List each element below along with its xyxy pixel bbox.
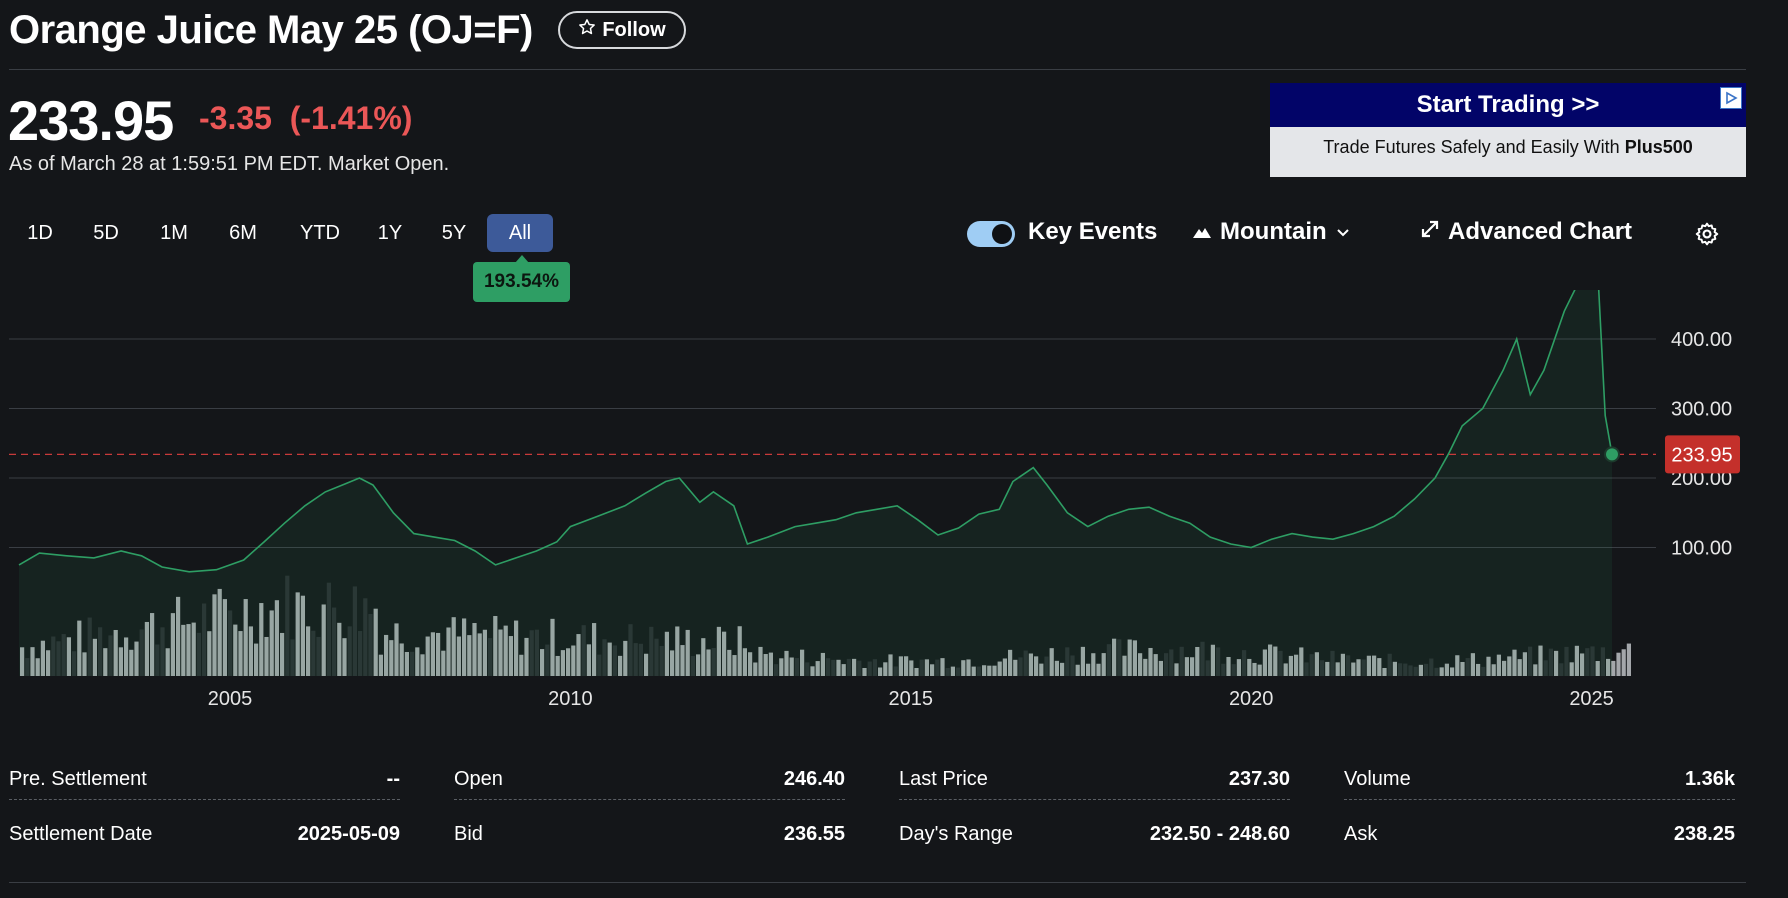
stat-row-divider: [1344, 799, 1735, 800]
range-button-1y[interactable]: 1Y: [368, 214, 412, 252]
market-status: As of March 28 at 1:59:51 PM EDT. Market…: [9, 153, 450, 175]
range-button-all[interactable]: All: [487, 214, 553, 252]
ad-choices-icon[interactable]: [1720, 87, 1742, 109]
gear-icon[interactable]: [1694, 221, 1720, 252]
x-tick-label: 2005: [208, 688, 253, 710]
ad-body: Trade Futures Safely and Easily With Plu…: [1270, 127, 1746, 167]
price-change: -3.35 (-1.41%): [199, 100, 412, 137]
stat-value: 236.55: [783, 823, 845, 845]
chevron-down-icon: [1335, 218, 1351, 246]
stat-value: 246.40: [783, 768, 845, 790]
y-tick-label: 400.00: [1671, 329, 1732, 351]
x-tick-label: 2020: [1229, 688, 1274, 710]
advanced-chart-label: Advanced Chart: [1448, 218, 1633, 245]
toggle-knob: [992, 224, 1012, 244]
key-events-label[interactable]: Key Events: [1028, 218, 1157, 246]
area-fill: [19, 290, 1612, 676]
x-tick-label: 2010: [548, 688, 593, 710]
range-button-5y[interactable]: 5Y: [432, 214, 476, 252]
price-change-value: -3.35: [199, 100, 272, 136]
y-tick-label: 100.00: [1671, 538, 1732, 560]
follow-label: Follow: [602, 18, 666, 41]
range-button-6m[interactable]: 6M: [218, 214, 268, 252]
range-button-1d[interactable]: 1D: [18, 214, 62, 252]
volume-bar: [1621, 649, 1626, 676]
stat-value: 232.50 - 248.60: [1149, 823, 1290, 845]
expand-icon: [1420, 218, 1440, 246]
mountain-icon: [1192, 218, 1212, 246]
stat-value: 237.30: [1228, 768, 1290, 790]
stat-value: --: [386, 768, 400, 790]
stat-value: 238.25: [1673, 823, 1735, 845]
stat-row-divider: [454, 799, 845, 800]
advanced-chart-button[interactable]: Advanced Chart: [1420, 218, 1632, 246]
ad-banner[interactable]: Start Trading >> Trade Futures Safely an…: [1270, 83, 1746, 177]
range-button-5d[interactable]: 5D: [82, 214, 130, 252]
page-title: Orange Juice May 25 (OJ=F): [9, 8, 533, 52]
chart-type-label: Mountain: [1220, 218, 1327, 245]
chart-type-dropdown[interactable]: Mountain: [1192, 218, 1351, 246]
price-chart[interactable]: 100.00200.00300.00400.00500.00233.952005…: [0, 290, 1788, 710]
current-price-label: 233.95: [1671, 444, 1732, 466]
ad-headline[interactable]: Start Trading >>: [1270, 83, 1746, 127]
header-divider: [9, 69, 1746, 70]
ad-brand: Plus500: [1624, 137, 1693, 157]
current-point: [1604, 446, 1620, 463]
range-button-1m[interactable]: 1M: [150, 214, 198, 252]
key-events-toggle[interactable]: [967, 221, 1015, 247]
volume-bar: [1616, 652, 1621, 676]
stat-row-divider: [899, 799, 1290, 800]
follow-button[interactable]: Follow: [558, 11, 686, 49]
range-button-ytd[interactable]: YTD: [290, 214, 350, 252]
stat-value: 1.36k: [1684, 768, 1735, 790]
x-tick-label: 2015: [889, 688, 934, 710]
current-price: 233.95: [8, 89, 174, 152]
x-tick-label: 2025: [1569, 688, 1614, 710]
stats-divider: [9, 882, 1746, 883]
price-change-percent: (-1.41%): [289, 100, 413, 136]
volume-bar: [1626, 643, 1631, 676]
stat-row-divider: [9, 799, 400, 800]
star-icon: [578, 18, 596, 42]
y-tick-label: 300.00: [1671, 399, 1732, 421]
ad-body-text: Trade Futures Safely and Easily With: [1323, 137, 1620, 157]
stat-value: 2025-05-09: [297, 823, 400, 845]
